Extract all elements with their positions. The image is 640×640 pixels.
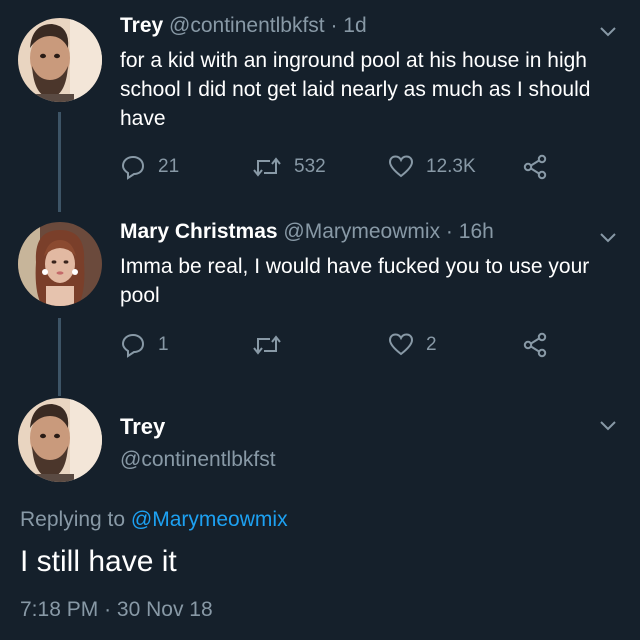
replying-to-link[interactable]: @Marymeowmix	[131, 508, 288, 531]
tweet-time[interactable]: 1d	[343, 14, 366, 37]
tweet-date[interactable]: 30 Nov 18	[117, 598, 213, 621]
author-name[interactable]: Trey	[120, 414, 165, 440]
chevron-down-icon[interactable]	[598, 418, 624, 438]
retweet-count: 532	[294, 156, 326, 177]
heart-icon	[388, 333, 414, 356]
chevron-down-icon[interactable]	[598, 24, 624, 44]
retweet-icon	[253, 157, 281, 177]
reply-count: 1	[158, 334, 169, 355]
reply-button[interactable]: 1	[120, 332, 169, 358]
like-count: 12.3K	[426, 156, 476, 177]
share-icon	[523, 332, 547, 358]
author-name[interactable]: Trey	[120, 14, 163, 37]
reply-icon	[121, 155, 145, 180]
tweet-time[interactable]: 16h	[459, 220, 494, 243]
share-button[interactable]	[522, 154, 548, 180]
retweet-button[interactable]: 532	[252, 154, 326, 180]
thread-line	[58, 112, 61, 212]
like-button[interactable]: 2	[388, 332, 437, 358]
like-count: 2	[426, 334, 437, 355]
reply-button[interactable]: 21	[120, 154, 179, 180]
avatar[interactable]	[18, 222, 102, 306]
tweet-text: Imma be real, I would have fucked you to…	[120, 255, 590, 307]
separator-dot: ·	[104, 598, 112, 621]
separator-dot: ·	[330, 14, 338, 37]
reply-icon	[121, 333, 145, 358]
thread-line	[58, 318, 61, 396]
tweet-text: for a kid with an inground pool at his h…	[120, 49, 591, 130]
author-handle[interactable]: @Marymeowmix	[283, 220, 440, 243]
separator-dot: ·	[445, 220, 453, 243]
chevron-down-icon[interactable]	[598, 230, 624, 250]
share-button[interactable]	[522, 332, 548, 358]
tweet-time[interactable]: 7:18 PM	[20, 598, 98, 621]
replying-to-label: Replying to	[20, 508, 126, 531]
avatar[interactable]	[18, 398, 102, 482]
share-icon	[523, 154, 547, 180]
retweet-button[interactable]	[252, 332, 294, 358]
reply-count: 21	[158, 156, 180, 177]
author-handle[interactable]: @continentlbkfst	[120, 448, 276, 472]
author-name[interactable]: Mary Christmas	[120, 220, 278, 243]
avatar[interactable]	[18, 18, 102, 102]
like-button[interactable]: 12.3K	[388, 154, 476, 180]
heart-icon	[388, 155, 414, 178]
retweet-icon	[253, 335, 281, 355]
tweet-text: I still have it	[20, 545, 177, 578]
author-handle[interactable]: @continentlbkfst	[169, 14, 325, 37]
